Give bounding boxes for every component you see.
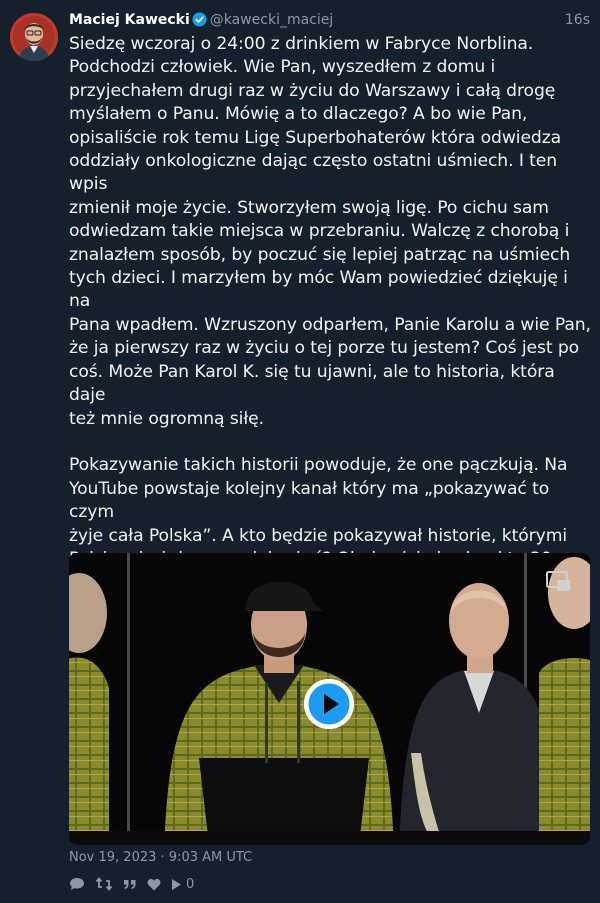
tweet: Maciej Kawecki @kawecki_maciej 16s Siedzę… bbox=[0, 0, 600, 903]
tweet-time[interactable]: 16s bbox=[565, 10, 590, 30]
retweet-icon[interactable] bbox=[95, 877, 113, 891]
tweet-actions: 0 bbox=[69, 874, 194, 894]
tweet-header: Maciej Kawecki @kawecki_maciej 16s bbox=[69, 10, 590, 30]
play-button[interactable] bbox=[304, 679, 354, 729]
author-name[interactable]: Maciej Kawecki bbox=[69, 12, 190, 28]
views-count: 0 bbox=[186, 876, 195, 892]
avatar-image bbox=[10, 13, 58, 61]
comment-icon[interactable] bbox=[69, 877, 85, 891]
tweet-date[interactable]: Nov 19, 2023 · 9:03 AM UTC bbox=[69, 849, 252, 867]
play-icon bbox=[172, 878, 181, 890]
heart-icon[interactable] bbox=[147, 878, 161, 891]
verified-badge-icon bbox=[192, 12, 207, 33]
tweet-body: Siedzę wczoraj o 24:00 z drinkiem w Fabr… bbox=[69, 34, 591, 639]
author-handle[interactable]: @kawecki_maciej bbox=[210, 12, 334, 28]
views-button[interactable]: 0 bbox=[171, 877, 194, 892]
play-icon bbox=[304, 679, 354, 729]
quote-icon[interactable] bbox=[123, 878, 137, 890]
picture-in-picture-icon[interactable] bbox=[546, 571, 572, 597]
avatar[interactable] bbox=[10, 13, 58, 61]
